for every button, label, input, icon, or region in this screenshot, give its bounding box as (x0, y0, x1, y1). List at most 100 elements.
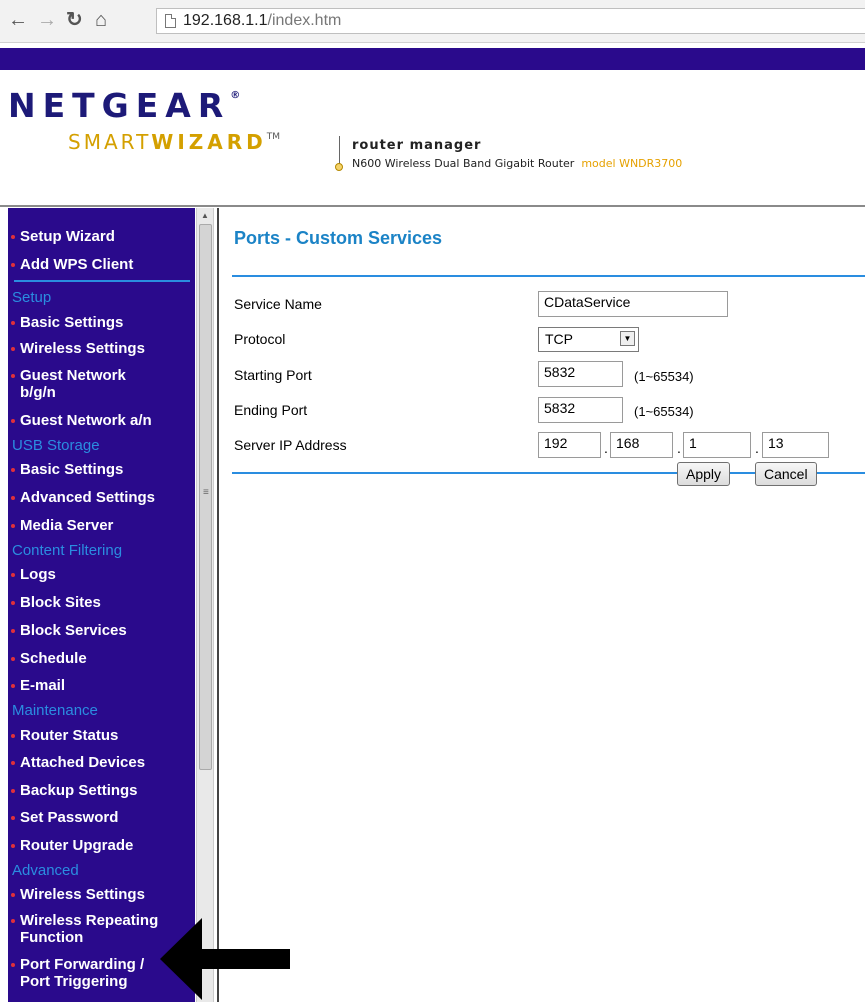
content-rule-top (232, 275, 865, 277)
sidebar-heading-usb-storage: USB Storage (12, 437, 100, 454)
bullet-icon (11, 844, 15, 848)
sidebar-item-guest-network-an[interactable]: Guest Network a/n (8, 412, 195, 429)
sidebar-item-backup-settings[interactable]: Backup Settings (8, 782, 195, 799)
cancel-button[interactable]: Cancel (755, 462, 817, 486)
sidebar-item-basic-settings[interactable]: Basic Settings (8, 314, 195, 331)
logo-dot-icon (335, 163, 343, 171)
sidebar-item-block-services[interactable]: Block Services (8, 622, 195, 639)
bullet-icon (11, 963, 15, 967)
sidebar-item-guest-network-bgn[interactable]: Guest Network b/g/n (8, 367, 195, 401)
sidebar-item-label: E-mail (20, 677, 66, 694)
protocol-label: Protocol (234, 331, 286, 347)
protocol-value: TCP (545, 331, 573, 347)
smartwizard-logo: SMARTWIZARDTM (68, 130, 280, 154)
logo-connector (339, 136, 340, 166)
sidebar-item-label: Wireless Settings (20, 886, 145, 903)
sidebar-item-label: Set Password (20, 809, 119, 826)
brand-name: NETGEAR (8, 86, 231, 125)
sidebar-item-usb-basic-settings[interactable]: Basic Settings (8, 461, 195, 478)
ip-octet-3-input[interactable]: 1 (683, 432, 751, 458)
scroll-thumb[interactable]: ≡ (199, 224, 212, 770)
ip-dot-separator: . (677, 440, 681, 456)
router-description: N600 Wireless Dual Band Gigabit Router m… (352, 157, 682, 170)
header-band (0, 48, 865, 70)
sidebar-item-schedule[interactable]: Schedule (8, 650, 195, 667)
ending-port-range-hint: (1~65534) (634, 404, 694, 419)
netgear-logo: NETGEAR® (8, 86, 240, 125)
wizard-text: WIZARD (151, 130, 267, 154)
dropdown-arrow-icon[interactable]: ▼ (620, 331, 635, 346)
sidebar-item-logs[interactable]: Logs (8, 566, 195, 583)
starting-port-input[interactable]: 5832 (538, 361, 623, 387)
router-model: model WNDR3700 (581, 157, 683, 170)
url-host: 192.168.1.1 (183, 12, 268, 29)
bullet-icon (11, 816, 15, 820)
bullet-icon (11, 684, 15, 688)
sidebar-item-label: Media Server (20, 517, 114, 534)
browser-toolbar: ← → ↻ ⌂ 192.168.1.1/index.htm (0, 0, 865, 43)
sidebar-item-set-password[interactable]: Set Password (8, 809, 195, 826)
ending-port-input[interactable]: 5832 (538, 397, 623, 423)
sidebar-item-label: Logs (20, 566, 56, 583)
sidebar-item-label: b/g/n (20, 384, 56, 401)
sidebar-item-label: Schedule (20, 650, 87, 667)
annotation-arrow-icon (160, 918, 290, 1000)
router-model-desc: N600 Wireless Dual Band Gigabit Router (352, 157, 575, 170)
bullet-icon (11, 629, 15, 633)
sidebar-item-advanced-settings[interactable]: Advanced Settings (8, 489, 195, 506)
bullet-icon (11, 919, 15, 923)
protocol-select[interactable]: TCP ▼ (538, 327, 639, 352)
sidebar-item-setup-wizard[interactable]: Setup Wizard (8, 228, 195, 245)
sidebar-item-block-sites[interactable]: Block Sites (8, 594, 195, 611)
sidebar-item-media-server[interactable]: Media Server (8, 517, 195, 534)
back-arrow-icon[interactable]: ← (8, 10, 28, 30)
bullet-icon (11, 235, 15, 239)
bullet-icon (11, 468, 15, 472)
ip-dot-separator: . (755, 440, 759, 456)
bullet-icon (11, 573, 15, 577)
scroll-grip-icon: ≡ (203, 487, 209, 498)
bullet-icon (11, 789, 15, 793)
home-icon[interactable]: ⌂ (95, 10, 107, 30)
bullet-icon (11, 321, 15, 325)
forward-arrow-icon[interactable]: → (37, 10, 57, 30)
smart-text: SMART (68, 130, 152, 154)
bullet-icon (11, 374, 15, 378)
reload-icon[interactable]: ↻ (66, 10, 83, 30)
scroll-up-arrow-icon[interactable]: ▲ (197, 208, 213, 222)
url-path: /index.htm (267, 12, 342, 29)
sidebar-heading-setup: Setup (12, 289, 52, 306)
sidebar-scrollbar[interactable]: ▲ ≡ (196, 208, 214, 1002)
sidebar-item-label: Advanced Settings (20, 489, 156, 506)
sidebar-item-label: Router Upgrade (20, 837, 134, 854)
sidebar-item-adv-wireless-settings[interactable]: Wireless Settings (8, 886, 195, 903)
header-separator (0, 205, 865, 207)
address-bar[interactable]: 192.168.1.1/index.htm (156, 8, 865, 34)
ip-octet-1-input[interactable]: 192 (538, 432, 601, 458)
sidebar-item-email[interactable]: E-mail (8, 677, 195, 694)
trademark: TM (266, 132, 281, 142)
bullet-icon (11, 601, 15, 605)
sidebar-item-wireless-settings[interactable]: Wireless Settings (8, 340, 195, 357)
ip-octet-4-input[interactable]: 13 (762, 432, 829, 458)
sidebar-item-label: Block Sites (20, 594, 101, 611)
sidebar-item-router-upgrade[interactable]: Router Upgrade (8, 837, 195, 854)
starting-port-range-hint: (1~65534) (634, 369, 694, 384)
bullet-icon (11, 347, 15, 351)
service-name-label: Service Name (234, 296, 322, 312)
sidebar-item-router-status[interactable]: Router Status (8, 727, 195, 744)
ip-octet-2-input[interactable]: 168 (610, 432, 673, 458)
page-icon (165, 14, 176, 28)
sidebar-item-add-wps-client[interactable]: Add WPS Client (8, 256, 195, 273)
sidebar-item-attached-devices[interactable]: Attached Devices (8, 754, 195, 771)
service-name-input[interactable]: CDataService (538, 291, 728, 317)
page-title: Ports - Custom Services (234, 228, 443, 248)
router-manager-title: router manager (352, 138, 482, 153)
bullet-icon (11, 893, 15, 897)
sidebar-item-label: Backup Settings (20, 782, 138, 799)
sidebar-heading-advanced: Advanced (12, 862, 79, 879)
sidebar-item-label: Router Status (20, 727, 119, 744)
sidebar-item-label: Add WPS Client (20, 256, 134, 273)
apply-button[interactable]: Apply (677, 462, 731, 486)
sidebar-item-label: Wireless Settings (20, 340, 145, 357)
